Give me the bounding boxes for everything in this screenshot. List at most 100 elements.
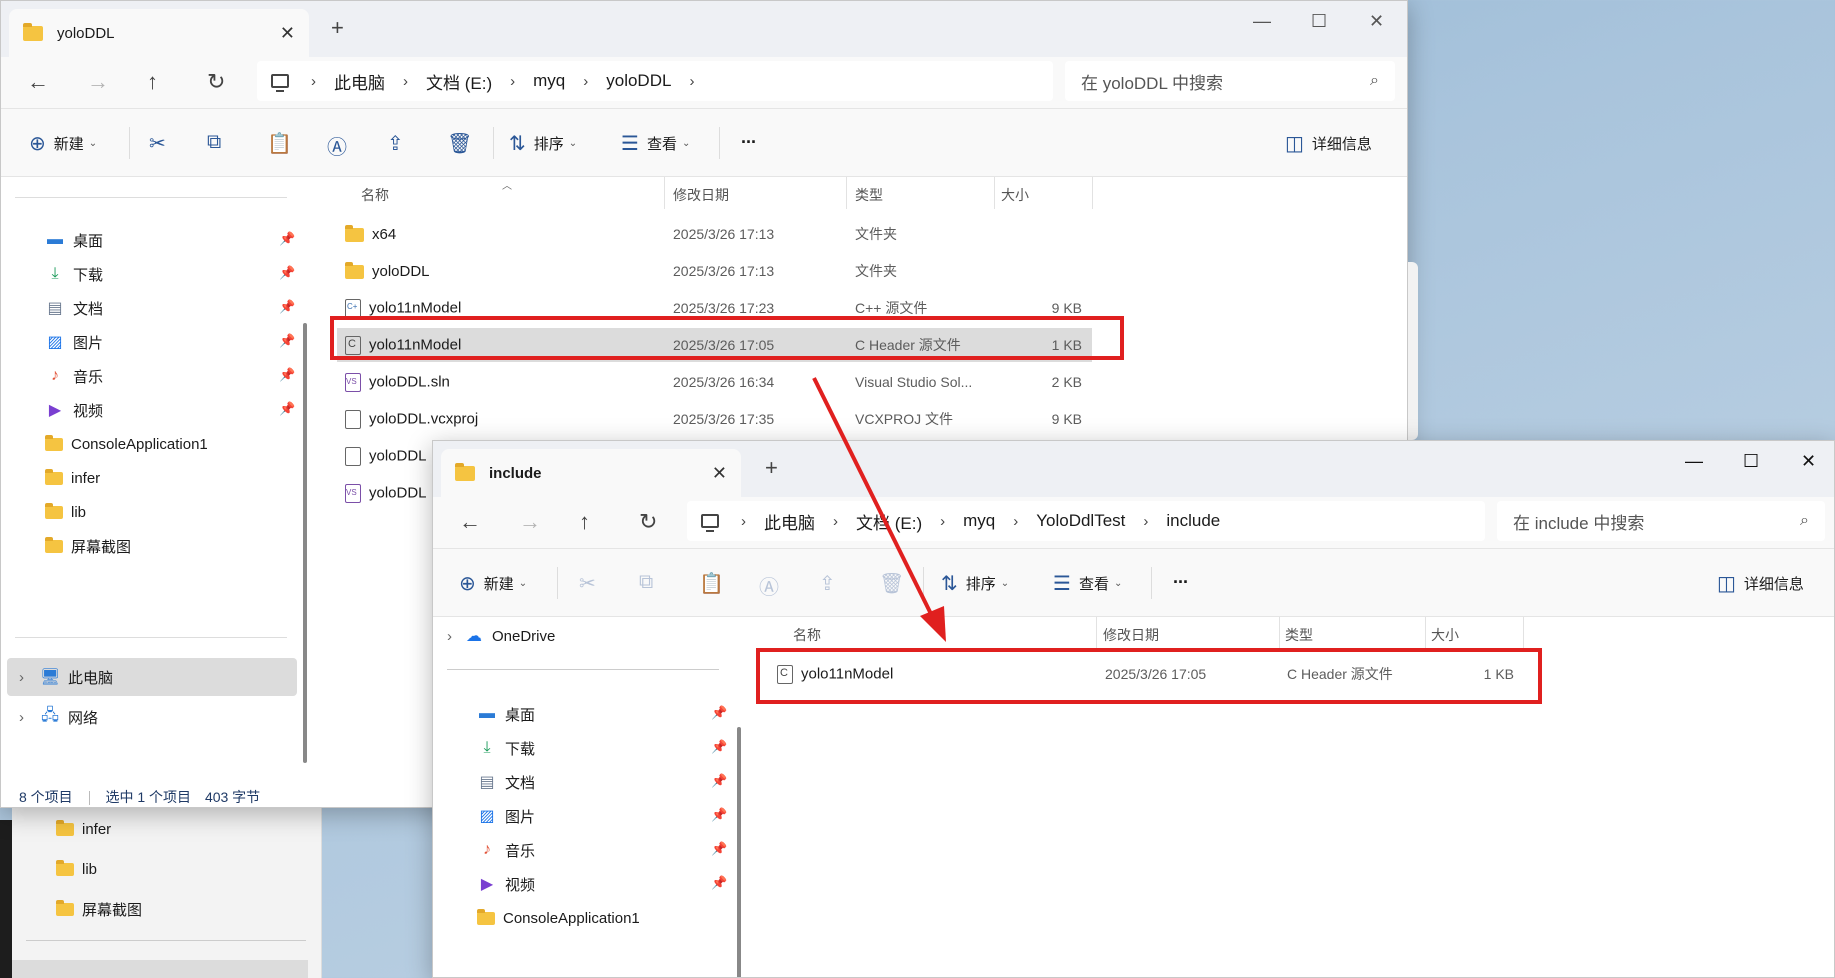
new-tab-button[interactable]: + — [765, 455, 778, 481]
column-header-size[interactable]: 大小 — [1001, 185, 1029, 205]
nav-item[interactable]: ▤ 文档 — [45, 289, 103, 327]
column-header-type[interactable]: 类型 — [1285, 625, 1313, 645]
sort-button[interactable]: ⇅ 排序 ⌄ — [509, 131, 577, 156]
column-header-size[interactable]: 大小 — [1431, 625, 1459, 645]
pin-icon[interactable]: 📌 — [279, 333, 295, 349]
more-button[interactable]: ... — [741, 127, 756, 148]
nav-item[interactable]: ConsoleApplication1 — [477, 899, 640, 937]
forward-arrow-icon[interactable]: → — [519, 510, 541, 534]
pin-icon[interactable]: 📌 — [711, 807, 727, 823]
nav-item[interactable]: infer — [45, 459, 100, 497]
refresh-icon[interactable]: ↻ — [639, 510, 657, 534]
pin-icon[interactable]: 📌 — [279, 265, 295, 281]
column-header-name[interactable]: 名称 — [361, 185, 389, 205]
share-button[interactable]: ⇪ — [819, 571, 844, 596]
paste-button[interactable]: 📋 — [267, 131, 300, 156]
breadcrumb-include[interactable]: include — [1166, 511, 1220, 531]
details-button[interactable]: ◫ 详细信息 — [1717, 571, 1804, 596]
cut-button[interactable]: ✂ — [579, 571, 604, 596]
search-box[interactable]: 在 include 中搜索 ⌕ — [1497, 501, 1825, 541]
rename-button[interactable]: Ⓐ — [759, 571, 787, 600]
back-arrow-icon[interactable]: ← — [459, 510, 481, 534]
column-header-date[interactable]: 修改日期 — [673, 185, 729, 205]
pin-icon[interactable]: 📌 — [279, 367, 295, 383]
nav-item[interactable]: ▶ 视频 — [477, 865, 535, 903]
pin-icon[interactable]: 📌 — [711, 739, 727, 755]
new-button[interactable]: ⊕ 新建 ⌄ — [459, 571, 527, 596]
cut-button[interactable]: ✂ — [149, 131, 174, 156]
nav-item-onedrive[interactable]: › ☁ OneDrive — [447, 617, 555, 655]
nav-item[interactable]: ▶ 视频 — [45, 391, 103, 429]
column-header-name[interactable]: 名称 — [793, 625, 821, 645]
delete-button[interactable]: 🗑 — [879, 571, 912, 596]
file-row[interactable]: yoloDDL.vcxproj 2025/3/26 17:35 VCXPROJ 文件… — [337, 402, 1092, 436]
nav-item[interactable]: ▬ 桌面 — [477, 695, 535, 733]
search-box[interactable]: 在 yoloDDL 中搜索 ⌕ — [1065, 61, 1395, 101]
breadcrumb-this-pc[interactable]: 此电脑 — [334, 69, 385, 94]
nav-item[interactable]: ▨ 图片 — [477, 797, 535, 835]
close-tab-icon[interactable]: ✕ — [280, 23, 295, 44]
file-row[interactable]: x64 2025/3/26 17:13 文件夹 — [337, 217, 1092, 251]
nav-item[interactable]: ⤓ 下载 — [477, 729, 535, 767]
breadcrumb-yoloddl[interactable]: yoloDDL — [606, 71, 671, 91]
new-button[interactable]: ⊕ 新建 ⌄ — [29, 131, 97, 156]
copy-button[interactable]: ⧉ — [207, 131, 229, 154]
view-button[interactable]: ☰ 查看 ⌄ — [1053, 571, 1122, 596]
under-item-infer[interactable]: infer — [56, 810, 111, 848]
breadcrumb-myq[interactable]: myq — [533, 71, 565, 91]
tab-yoloddl[interactable]: yoloDDL ✕ — [9, 9, 309, 57]
copy-button[interactable]: ⧉ — [639, 571, 661, 594]
refresh-icon[interactable]: ↻ — [207, 70, 225, 94]
scrollbar[interactable] — [737, 727, 741, 977]
pin-icon[interactable]: 📌 — [711, 705, 727, 721]
pin-icon[interactable]: 📌 — [711, 875, 727, 891]
nav-item[interactable]: lib — [45, 493, 86, 531]
minimize-button[interactable]: — — [1685, 451, 1703, 472]
more-button[interactable]: ... — [1173, 567, 1188, 588]
delete-button[interactable]: 🗑 — [447, 131, 480, 156]
view-button[interactable]: ☰ 查看 ⌄ — [621, 131, 690, 156]
maximize-button[interactable]: ☐ — [1311, 11, 1327, 32]
nav-item[interactable]: ♪ 音乐 — [477, 831, 535, 869]
nav-item[interactable]: ♪ 音乐 — [45, 357, 103, 395]
close-tab-icon[interactable]: ✕ — [712, 463, 727, 484]
file-row[interactable]: yoloDDL.sln 2025/3/26 16:34 Visual Studio … — [337, 365, 1092, 399]
breadcrumb-documents[interactable]: 文档 (E:) — [426, 69, 492, 94]
up-arrow-icon[interactable]: ↑ — [579, 510, 590, 534]
breadcrumb-yoloddltest[interactable]: YoloDdlTest — [1036, 511, 1125, 531]
details-button[interactable]: ◫ 详细信息 — [1285, 131, 1372, 156]
rename-button[interactable]: Ⓐ — [327, 131, 355, 160]
paste-button[interactable]: 📋 — [699, 571, 732, 596]
up-arrow-icon[interactable]: ↑ — [147, 70, 158, 94]
nav-item[interactable]: ⤓ 下载 — [45, 255, 103, 293]
sort-button[interactable]: ⇅ 排序 ⌄ — [941, 571, 1009, 596]
pin-icon[interactable]: 📌 — [711, 773, 727, 789]
column-header-type[interactable]: 类型 — [855, 185, 883, 205]
new-tab-button[interactable]: + — [331, 15, 344, 41]
minimize-button[interactable]: — — [1253, 11, 1271, 32]
under-item-screenshots[interactable]: 屏幕截图 — [56, 890, 142, 928]
nav-item[interactable]: ▬ 桌面 — [45, 221, 103, 259]
share-button[interactable]: ⇪ — [387, 131, 412, 156]
column-header-date[interactable]: 修改日期 — [1103, 625, 1159, 645]
breadcrumb-this-pc[interactable]: 此电脑 — [764, 509, 815, 534]
pin-icon[interactable]: 📌 — [279, 401, 295, 417]
pin-icon[interactable]: 📌 — [279, 231, 295, 247]
breadcrumb-documents[interactable]: 文档 (E:) — [856, 509, 922, 534]
close-window-button[interactable]: ✕ — [1801, 451, 1816, 472]
nav-item[interactable]: 屏幕截图 — [45, 527, 131, 565]
breadcrumb-myq[interactable]: myq — [963, 511, 995, 531]
nav-item[interactable]: ConsoleApplication1 — [45, 425, 208, 463]
file-row[interactable]: yoloDDL 2025/3/26 17:13 文件夹 — [337, 254, 1092, 288]
address-bar[interactable]: › 此电脑 › 文档 (E:) › myq › yoloDDL › — [257, 61, 1053, 101]
tab-include[interactable]: include ✕ — [441, 449, 741, 497]
under-item-lib[interactable]: lib — [56, 850, 97, 888]
nav-item[interactable]: ▨ 图片 — [45, 323, 103, 361]
close-window-button[interactable]: ✕ — [1369, 11, 1384, 32]
pin-icon[interactable]: 📌 — [711, 841, 727, 857]
pin-icon[interactable]: 📌 — [279, 299, 295, 315]
forward-arrow-icon[interactable]: → — [87, 70, 109, 94]
maximize-button[interactable]: ☐ — [1743, 451, 1759, 472]
nav-item-network[interactable]: › 🖧 网络 — [19, 698, 98, 736]
nav-item[interactable]: ▤ 文档 — [477, 763, 535, 801]
